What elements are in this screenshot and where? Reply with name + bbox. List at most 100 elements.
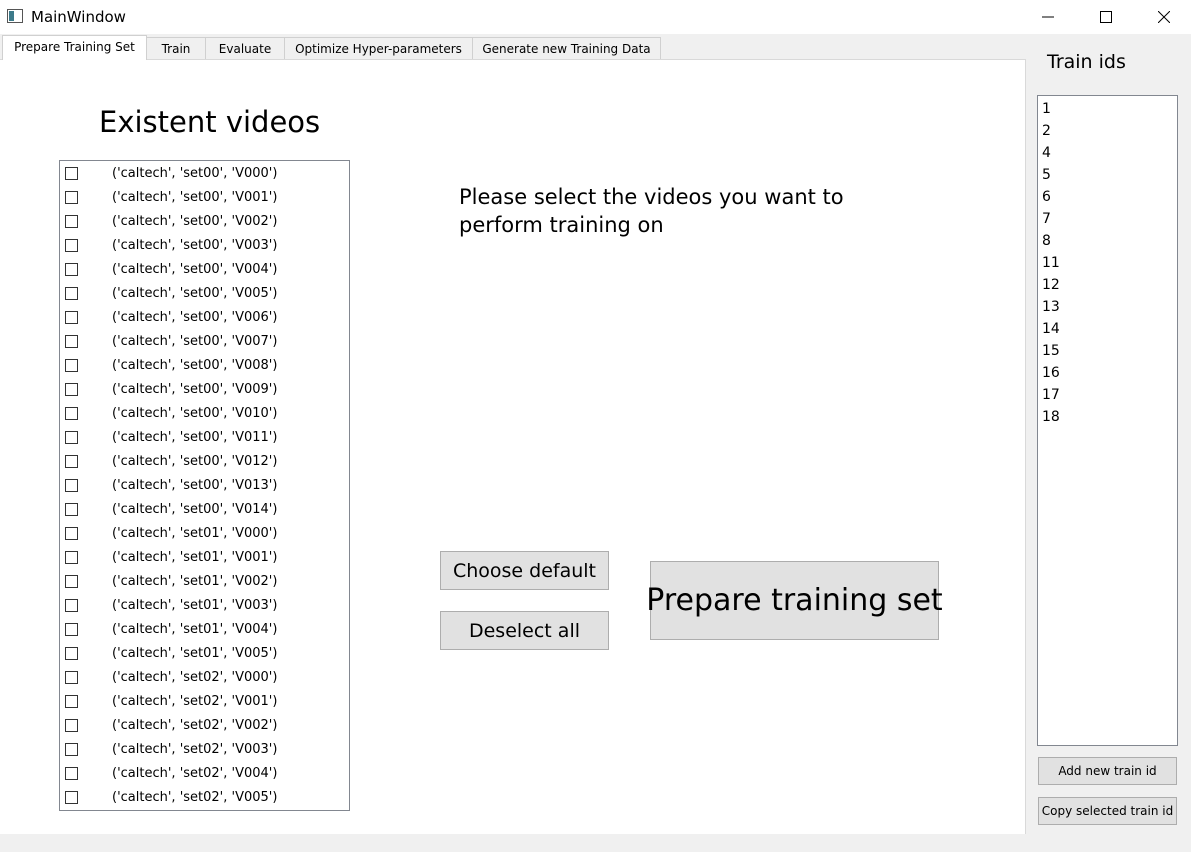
video-checkbox[interactable]	[65, 719, 78, 732]
video-checkbox[interactable]	[65, 503, 78, 516]
train-id-item[interactable]: 4	[1042, 142, 1051, 164]
video-checkbox[interactable]	[65, 767, 78, 780]
video-checkbox[interactable]	[65, 359, 78, 372]
video-list-item[interactable]: ('caltech', 'set02', 'V004')	[60, 762, 328, 786]
status-bar	[0, 834, 1191, 852]
deselect-all-button[interactable]: Deselect all	[440, 611, 609, 650]
train-id-list[interactable]: 1 2 4 5 6 7 8 11 12 13 14 15 16 17 18	[1037, 95, 1178, 746]
video-checkbox[interactable]	[65, 527, 78, 540]
video-label: ('caltech', 'set02', 'V002')	[112, 718, 278, 733]
train-id-item[interactable]: 14	[1042, 318, 1060, 340]
video-list-item[interactable]: ('caltech', 'set00', 'V006')	[60, 306, 328, 330]
video-checkbox[interactable]	[65, 167, 78, 180]
train-id-item[interactable]: 5	[1042, 164, 1051, 186]
video-checkbox[interactable]	[65, 383, 78, 396]
video-list-item[interactable]: ('caltech', 'set01', 'V001')	[60, 546, 328, 570]
video-list-item[interactable]: ('caltech', 'set00', 'V014')	[60, 498, 328, 522]
existent-videos-heading: Existent videos	[99, 105, 321, 139]
video-list-item[interactable]: ('caltech', 'set00', 'V005')	[60, 282, 328, 306]
video-list-item[interactable]: ('caltech', 'set02', 'V001')	[60, 690, 328, 714]
video-list-item[interactable]: ('caltech', 'set01', 'V005')	[60, 642, 328, 666]
video-label: ('caltech', 'set00', 'V014')	[112, 502, 278, 517]
video-label: ('caltech', 'set00', 'V002')	[112, 214, 278, 229]
train-id-item[interactable]: 6	[1042, 186, 1051, 208]
video-list-item[interactable]: ('caltech', 'set01', 'V003')	[60, 594, 328, 618]
video-checkbox[interactable]	[65, 407, 78, 420]
video-checkbox[interactable]	[65, 551, 78, 564]
video-checkbox[interactable]	[65, 623, 78, 636]
video-label: ('caltech', 'set00', 'V004')	[112, 262, 278, 277]
video-checkbox[interactable]	[65, 263, 78, 276]
video-label: ('caltech', 'set02', 'V005')	[112, 790, 278, 805]
video-label: ('caltech', 'set00', 'V008')	[112, 358, 278, 373]
video-list-item[interactable]: ('caltech', 'set02', 'V000')	[60, 666, 328, 690]
train-id-item[interactable]: 7	[1042, 208, 1051, 230]
video-checkbox[interactable]	[65, 335, 78, 348]
video-list-item[interactable]: ('caltech', 'set01', 'V002')	[60, 570, 328, 594]
video-list-item[interactable]: ('caltech', 'set01', 'V000')	[60, 522, 328, 546]
add-train-id-button[interactable]: Add new train id	[1038, 757, 1177, 785]
maximize-button[interactable]	[1077, 0, 1135, 34]
video-list-item[interactable]: ('caltech', 'set00', 'V004')	[60, 258, 328, 282]
video-checkbox[interactable]	[65, 311, 78, 324]
train-id-item[interactable]: 15	[1042, 340, 1060, 362]
video-list-item[interactable]: ('caltech', 'set00', 'V000')	[60, 162, 328, 186]
close-button[interactable]	[1135, 0, 1191, 34]
video-checkbox[interactable]	[65, 671, 78, 684]
minimize-button[interactable]	[1019, 0, 1077, 34]
video-checkbox[interactable]	[65, 791, 78, 804]
video-checkbox[interactable]	[65, 743, 78, 756]
choose-default-button[interactable]: Choose default	[440, 551, 609, 590]
tab-evaluate[interactable]: Evaluate	[205, 37, 285, 59]
video-checkbox[interactable]	[65, 239, 78, 252]
train-id-item[interactable]: 12	[1042, 274, 1060, 296]
video-list-item[interactable]: ('caltech', 'set00', 'V007')	[60, 330, 328, 354]
video-checkbox[interactable]	[65, 287, 78, 300]
train-id-item[interactable]: 8	[1042, 230, 1051, 252]
video-checkbox[interactable]	[65, 695, 78, 708]
copy-train-id-button[interactable]: Copy selected train id	[1038, 797, 1177, 825]
video-list-item[interactable]: ('caltech', 'set00', 'V008')	[60, 354, 328, 378]
video-list-item[interactable]: ('caltech', 'set00', 'V012')	[60, 450, 328, 474]
video-list-item[interactable]: ('caltech', 'set01', 'V004')	[60, 618, 328, 642]
video-label: ('caltech', 'set02', 'V001')	[112, 694, 278, 709]
video-checkbox[interactable]	[65, 647, 78, 660]
video-label: ('caltech', 'set02', 'V004')	[112, 766, 278, 781]
video-label: ('caltech', 'set01', 'V002')	[112, 574, 278, 589]
instruction-text: Please select the videos you want to per…	[459, 185, 844, 237]
train-id-item[interactable]: 18	[1042, 406, 1060, 428]
train-id-item[interactable]: 11	[1042, 252, 1060, 274]
video-checkbox[interactable]	[65, 431, 78, 444]
video-list-item[interactable]: ('caltech', 'set00', 'V011')	[60, 426, 328, 450]
train-id-item[interactable]: 2	[1042, 120, 1051, 142]
video-label: ('caltech', 'set00', 'V006')	[112, 310, 278, 325]
video-list-item[interactable]: ('caltech', 'set02', 'V002')	[60, 714, 328, 738]
video-list-item[interactable]: ('caltech', 'set00', 'V009')	[60, 378, 328, 402]
train-id-item[interactable]: 13	[1042, 296, 1060, 318]
prepare-training-set-button[interactable]: Prepare training set	[646, 561, 943, 640]
video-list-item[interactable]: ('caltech', 'set02', 'V005')	[60, 786, 328, 810]
video-checkbox[interactable]	[65, 455, 78, 468]
video-label: ('caltech', 'set00', 'V013')	[112, 478, 278, 493]
tab-train[interactable]: Train	[146, 37, 206, 59]
video-list-item[interactable]: ('caltech', 'set00', 'V003')	[60, 234, 328, 258]
app-icon	[7, 9, 23, 23]
train-id-item[interactable]: 1	[1042, 98, 1051, 120]
tab-prepare-training-set[interactable]: Prepare Training Set	[2, 35, 147, 60]
close-icon	[1158, 11, 1170, 23]
video-list[interactable]: ('caltech', 'set00', 'V000') ('caltech', …	[59, 160, 350, 811]
train-id-item[interactable]: 16	[1042, 362, 1060, 384]
video-checkbox[interactable]	[65, 191, 78, 204]
tab-generate-training-data[interactable]: Generate new Training Data	[472, 37, 661, 59]
train-id-item[interactable]: 17	[1042, 384, 1060, 406]
video-list-item[interactable]: ('caltech', 'set00', 'V010')	[60, 402, 328, 426]
video-list-item[interactable]: ('caltech', 'set00', 'V002')	[60, 210, 328, 234]
tab-optimize-hyper-parameters[interactable]: Optimize Hyper-parameters	[284, 37, 473, 59]
video-checkbox[interactable]	[65, 479, 78, 492]
video-list-item[interactable]: ('caltech', 'set02', 'V003')	[60, 738, 328, 762]
video-list-item[interactable]: ('caltech', 'set00', 'V001')	[60, 186, 328, 210]
video-checkbox[interactable]	[65, 599, 78, 612]
video-list-item[interactable]: ('caltech', 'set00', 'V013')	[60, 474, 328, 498]
video-checkbox[interactable]	[65, 575, 78, 588]
video-checkbox[interactable]	[65, 215, 78, 228]
